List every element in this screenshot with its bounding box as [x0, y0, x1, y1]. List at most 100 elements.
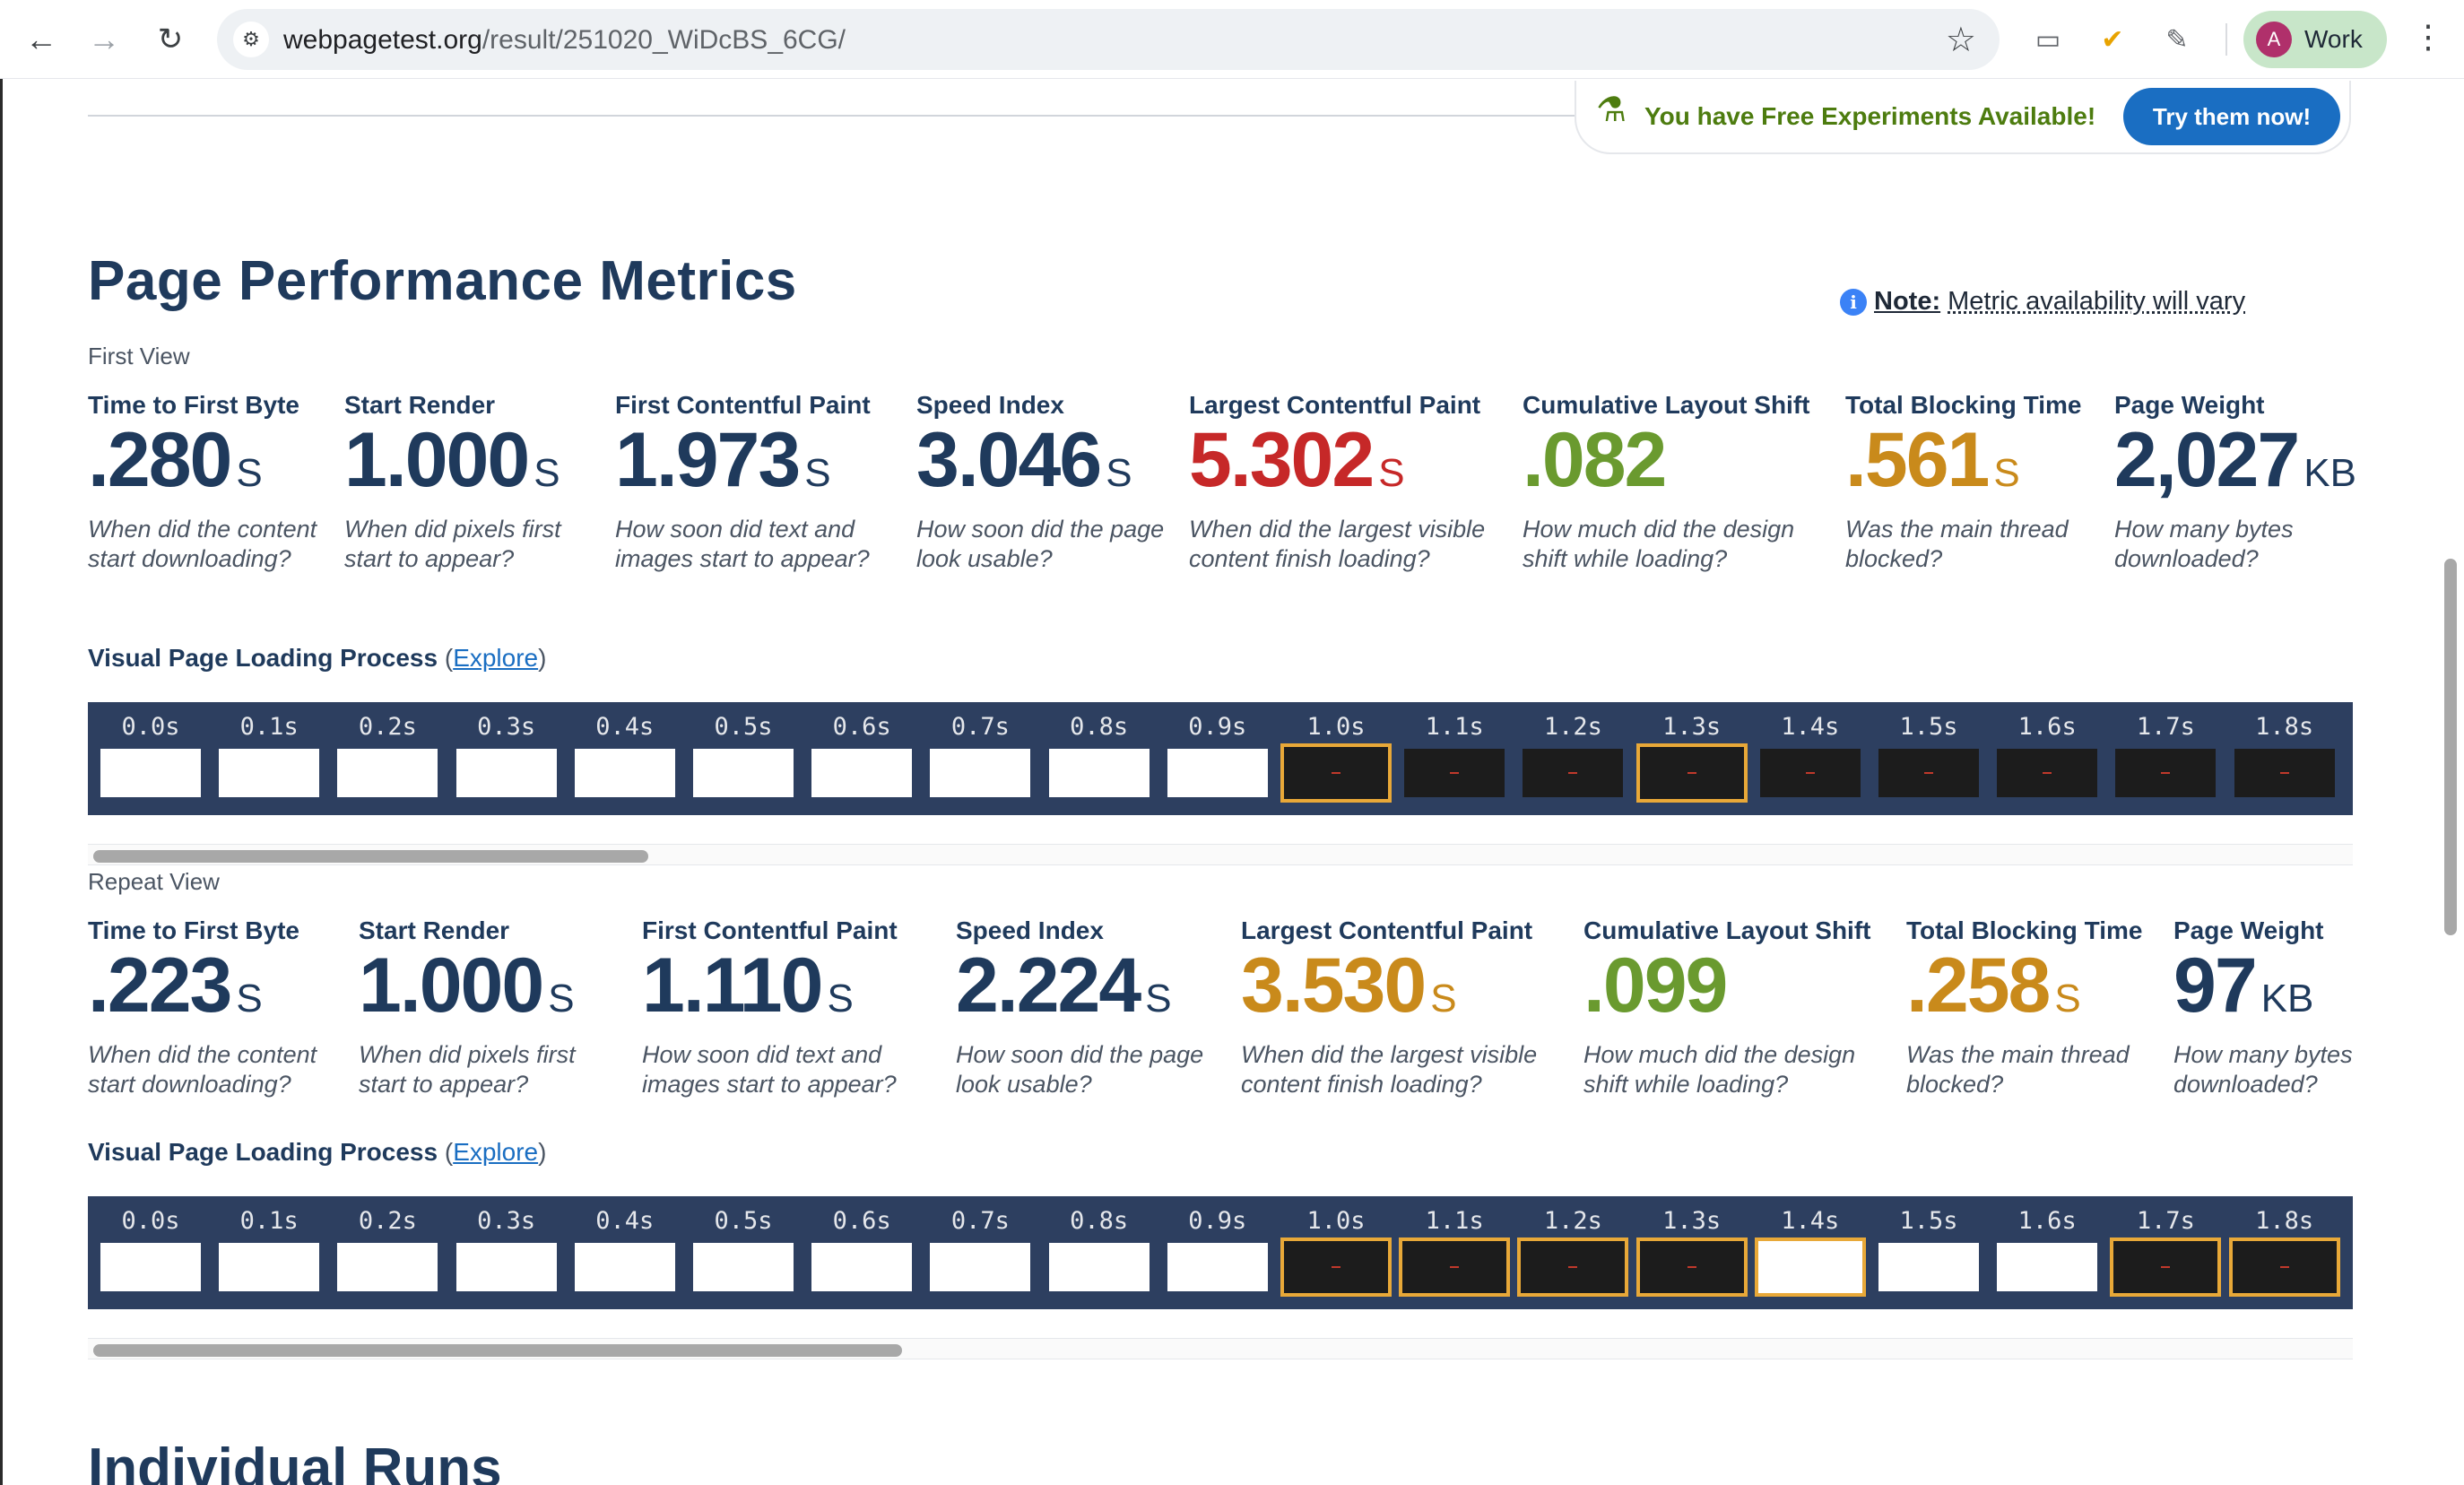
filmstrip-frame[interactable]: 0.5s: [684, 1196, 803, 1309]
frame-thumbnail[interactable]: [1635, 743, 1748, 803]
filmstrip-frame[interactable]: 0.1s: [210, 1196, 328, 1309]
filmstrip-frame[interactable]: 1.0s: [1277, 1196, 1395, 1309]
frame-thumbnail[interactable]: [574, 749, 675, 797]
frame-thumbnail[interactable]: [1997, 749, 2098, 797]
browser-menu-icon[interactable]: ⋮: [2412, 18, 2444, 56]
frame-thumbnail[interactable]: [574, 1243, 675, 1291]
filmstrip-frame[interactable]: 0.9s: [1158, 702, 1277, 815]
extension-check-icon[interactable]: ✔: [2093, 20, 2132, 59]
frame-thumbnail[interactable]: [1048, 749, 1150, 797]
explore-link[interactable]: Explore: [453, 1138, 538, 1166]
url-text[interactable]: webpagetest.org/result/251020_WiDcBS_6CG…: [283, 25, 846, 56]
frame-thumbnail[interactable]: [337, 749, 438, 797]
frame-thumbnail[interactable]: [811, 1243, 913, 1291]
frame-thumbnail[interactable]: [1280, 743, 1392, 803]
note-text[interactable]: Metric availability will vary: [1948, 287, 2245, 317]
frame-thumbnail[interactable]: [1517, 1238, 1629, 1297]
site-settings-icon[interactable]: ⚙: [233, 22, 269, 57]
frame-thumbnail[interactable]: [100, 1243, 201, 1291]
frame-thumbnail[interactable]: [1399, 1238, 1511, 1297]
filmstrip-frame[interactable]: 0.8s: [1040, 1196, 1158, 1309]
frame-thumbnail[interactable]: [219, 1243, 320, 1291]
filmstrip-frame[interactable]: 0.6s: [803, 1196, 921, 1309]
filmstrip-frame[interactable]: 0.3s: [447, 702, 566, 815]
frame-thumbnail[interactable]: [1635, 1238, 1748, 1297]
filmstrip-frame[interactable]: 0.8s: [1040, 702, 1158, 815]
frame-thumbnail[interactable]: [1167, 1243, 1268, 1291]
frame-thumbnail[interactable]: [930, 1243, 1031, 1291]
filmstrip-frame[interactable]: 0.0s: [91, 1196, 210, 1309]
filmstrip-frame[interactable]: 0.4s: [566, 702, 684, 815]
page-scrollbar[interactable]: [2444, 559, 2457, 935]
filmstrip-frame[interactable]: 0.2s: [328, 1196, 447, 1309]
metric-note[interactable]: i Note: Metric availability will vary: [1840, 287, 2245, 317]
repeat-view-filmstrip[interactable]: 0.0s 0.1s 0.2s 0.3s 0.4s 0.5s 0.6s 0.7s 0.8s 0.9s…: [88, 1196, 2353, 1309]
profile-button[interactable]: A Work: [2243, 11, 2387, 68]
filmstrip-frame[interactable]: 0.5s: [684, 702, 803, 815]
filmstrip-frame[interactable]: 1.3s: [1633, 702, 1751, 815]
first-view-filmstrip-scrollbar[interactable]: [88, 844, 2353, 865]
filmstrip-frame[interactable]: 1.2s: [1514, 1196, 1632, 1309]
extensions-puzzle-icon[interactable]: ✎: [2157, 20, 2197, 59]
frame-thumbnail[interactable]: [1523, 749, 1624, 797]
address-bar[interactable]: ⚙ webpagetest.org/result/251020_WiDcBS_6…: [217, 9, 2000, 70]
frame-thumbnail[interactable]: [930, 749, 1031, 797]
frame-thumbnail[interactable]: [811, 749, 913, 797]
filmstrip-frame[interactable]: 1.7s: [2106, 702, 2225, 815]
frame-thumbnail[interactable]: [1048, 1243, 1150, 1291]
frame-thumbnail[interactable]: [693, 1243, 794, 1291]
frame-thumbnail[interactable]: [337, 1243, 438, 1291]
frame-thumbnail[interactable]: [2228, 1238, 2340, 1297]
filmstrip-frame[interactable]: 1.0s: [1277, 702, 1395, 815]
filmstrip-frame[interactable]: 1.8s: [2225, 1196, 2344, 1309]
frame-thumbnail[interactable]: [2110, 1238, 2222, 1297]
filmstrip-frame[interactable]: 1.1s: [1395, 702, 1514, 815]
filmstrip-frame[interactable]: 0.4s: [566, 1196, 684, 1309]
repeat-view-filmstrip-scrollbar[interactable]: [88, 1338, 2353, 1359]
scrollbar-thumb[interactable]: [93, 1344, 902, 1357]
frame-thumbnail[interactable]: [1997, 1243, 2098, 1291]
filmstrip-frame[interactable]: 0.2s: [328, 702, 447, 815]
filmstrip-frame[interactable]: 1.6s: [1988, 1196, 2106, 1309]
filmstrip-frame[interactable]: 1.4s: [1751, 702, 1870, 815]
filmstrip-frame[interactable]: 0.3s: [447, 1196, 566, 1309]
frame-thumbnail[interactable]: [1878, 1243, 1979, 1291]
forward-icon[interactable]: →: [82, 18, 126, 61]
filmstrip-frame[interactable]: 1.1s: [1395, 1196, 1514, 1309]
filmstrip-frame[interactable]: 0.1s: [210, 702, 328, 815]
filmstrip-frame[interactable]: 1.6s: [1988, 702, 2106, 815]
filmstrip-frame[interactable]: 0.0s: [91, 702, 210, 815]
frame-thumbnail[interactable]: [455, 749, 557, 797]
bookmark-star-icon[interactable]: ☆: [1946, 20, 1976, 60]
filmstrip-frame[interactable]: 1.5s: [1870, 1196, 1988, 1309]
frame-thumbnail[interactable]: [1878, 749, 1979, 797]
filmstrip-frame[interactable]: 0.6s: [803, 702, 921, 815]
frame-thumbnail[interactable]: [1759, 749, 1861, 797]
filmstrip-frame[interactable]: 1.8s: [2225, 702, 2344, 815]
frame-thumbnail[interactable]: [1280, 1238, 1392, 1297]
filmstrip-frame[interactable]: 1.5s: [1870, 702, 1988, 815]
frame-thumbnail[interactable]: [1167, 749, 1268, 797]
first-view-filmstrip[interactable]: 0.0s 0.1s 0.2s 0.3s 0.4s 0.5s 0.6s 0.7s 0.8s 0.9s…: [88, 702, 2353, 815]
frame-thumbnail[interactable]: [219, 749, 320, 797]
cast-icon[interactable]: ▭: [2028, 20, 2068, 59]
filmstrip-frame[interactable]: 0.7s: [921, 1196, 1039, 1309]
frame-thumbnail[interactable]: [1404, 749, 1505, 797]
reload-icon[interactable]: ↻: [149, 18, 192, 61]
frame-thumbnail[interactable]: [455, 1243, 557, 1291]
frame-thumbnail[interactable]: [2234, 749, 2335, 797]
filmstrip-frame[interactable]: 1.7s: [2106, 1196, 2225, 1309]
filmstrip-frame[interactable]: 0.7s: [921, 702, 1039, 815]
filmstrip-frame[interactable]: 1.4s: [1751, 1196, 1870, 1309]
frame-thumbnail[interactable]: [1754, 1238, 1866, 1297]
frame-thumbnail[interactable]: [100, 749, 201, 797]
back-icon[interactable]: ←: [20, 18, 63, 61]
try-experiments-button[interactable]: Try them now!: [2123, 88, 2340, 145]
frame-thumbnail[interactable]: [693, 749, 794, 797]
filmstrip-frame[interactable]: 0.9s: [1158, 1196, 1277, 1309]
frame-thumbnail[interactable]: [2115, 749, 2217, 797]
explore-link[interactable]: Explore: [453, 644, 538, 672]
filmstrip-frame[interactable]: 1.2s: [1514, 702, 1632, 815]
scrollbar-thumb[interactable]: [93, 850, 648, 863]
filmstrip-frame[interactable]: 1.3s: [1633, 1196, 1751, 1309]
